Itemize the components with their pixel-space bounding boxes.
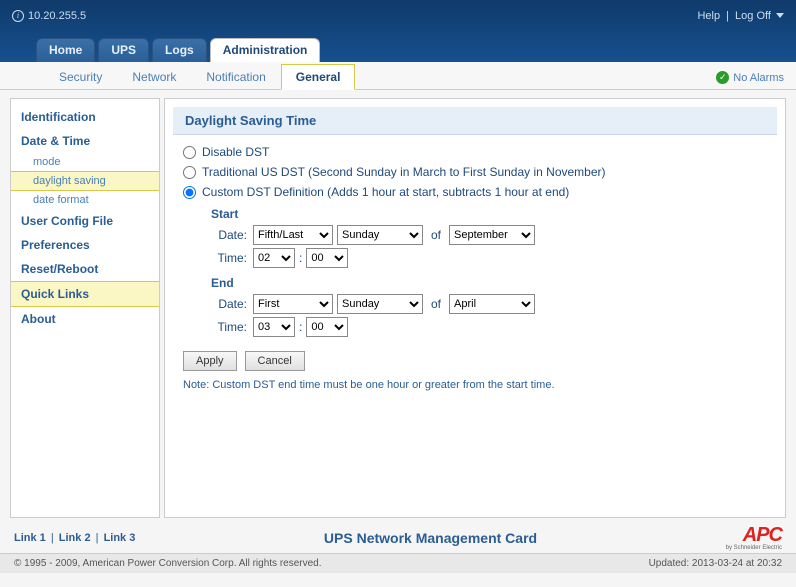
subtab-network[interactable]: Network bbox=[117, 64, 191, 89]
product-name: UPS Network Management Card bbox=[324, 530, 537, 546]
start-day-select[interactable]: Sunday bbox=[337, 225, 423, 245]
colon: : bbox=[299, 251, 302, 265]
end-label: End bbox=[211, 276, 767, 290]
logo-byline: by Schneider Electric bbox=[726, 545, 782, 551]
end-date-label: Date: bbox=[211, 297, 247, 311]
logoff-link[interactable]: Log Off bbox=[735, 10, 771, 22]
radio-traditional-dst[interactable] bbox=[183, 166, 196, 179]
logo-brand: APC bbox=[743, 524, 782, 546]
start-label: Start bbox=[211, 207, 767, 221]
subtab-notification[interactable]: Notification bbox=[191, 64, 280, 89]
tab-home[interactable]: Home bbox=[36, 38, 95, 62]
sidebar-sub-date-format[interactable]: date format bbox=[11, 191, 159, 209]
end-day-select[interactable]: Sunday bbox=[337, 294, 423, 314]
alarm-text: No Alarms bbox=[733, 72, 784, 84]
sidebar-sub-daylight-saving[interactable]: daylight saving bbox=[11, 171, 159, 191]
subtab-general[interactable]: General bbox=[281, 64, 356, 90]
footer-link-1[interactable]: Link 1 bbox=[14, 532, 46, 544]
info-icon: i bbox=[12, 10, 24, 22]
help-link[interactable]: Help bbox=[697, 10, 720, 22]
start-week-select[interactable]: Fifth/Last bbox=[253, 225, 333, 245]
end-of-text: of bbox=[431, 297, 441, 311]
top-links: Help | Log Off bbox=[697, 10, 784, 22]
alarm-status: ✓ No Alarms bbox=[716, 71, 784, 89]
apply-button[interactable]: Apply bbox=[183, 351, 237, 371]
radio-custom-dst[interactable] bbox=[183, 186, 196, 199]
sidebar-item-user-config[interactable]: User Config File bbox=[11, 209, 159, 233]
sidebar-item-reset-reboot[interactable]: Reset/Reboot bbox=[11, 257, 159, 281]
start-time-label: Time: bbox=[211, 251, 247, 265]
start-hour-select[interactable]: 02 bbox=[253, 248, 295, 268]
check-icon: ✓ bbox=[716, 71, 729, 84]
tab-ups[interactable]: UPS bbox=[98, 38, 149, 62]
sidebar-item-quick-links[interactable]: Quick Links bbox=[11, 281, 159, 307]
sidebar-sub-mode[interactable]: mode bbox=[11, 153, 159, 171]
ip-address: 10.20.255.5 bbox=[28, 10, 86, 22]
end-month-select[interactable]: April bbox=[449, 294, 535, 314]
separator: | bbox=[726, 10, 729, 22]
footer-link-3[interactable]: Link 3 bbox=[104, 532, 136, 544]
tab-administration[interactable]: Administration bbox=[210, 38, 321, 62]
sidebar-item-identification[interactable]: Identification bbox=[11, 105, 159, 129]
colon: : bbox=[299, 320, 302, 334]
start-date-label: Date: bbox=[211, 228, 247, 242]
footer-links-row: Link 1 | Link 2 | Link 3 UPS Network Man… bbox=[0, 518, 796, 553]
sidebar-item-datetime[interactable]: Date & Time bbox=[11, 129, 159, 153]
sidebar: Identification Date & Time mode daylight… bbox=[10, 98, 160, 518]
footer-link-2[interactable]: Link 2 bbox=[59, 532, 91, 544]
primary-tabs: Home UPS Logs Administration bbox=[36, 38, 320, 62]
radio-disable-dst[interactable] bbox=[183, 146, 196, 159]
radio-disable-label: Disable DST bbox=[202, 145, 269, 159]
end-hour-select[interactable]: 03 bbox=[253, 317, 295, 337]
radio-custom-label: Custom DST Definition (Adds 1 hour at st… bbox=[202, 185, 569, 199]
start-of-text: of bbox=[431, 228, 441, 242]
sidebar-item-preferences[interactable]: Preferences bbox=[11, 233, 159, 257]
ip-display: i 10.20.255.5 bbox=[12, 10, 86, 22]
end-week-select[interactable]: First bbox=[253, 294, 333, 314]
tab-logs[interactable]: Logs bbox=[152, 38, 207, 62]
top-bar: i 10.20.255.5 Help | Log Off Home UPS Lo… bbox=[0, 0, 796, 62]
apc-logo: APC by Schneider Electric bbox=[726, 524, 782, 551]
main-panel: Daylight Saving Time Disable DST Traditi… bbox=[164, 98, 786, 518]
end-time-label: Time: bbox=[211, 320, 247, 334]
sub-tab-bar: Security Network Notification General ✓ … bbox=[0, 62, 796, 90]
page-title: Daylight Saving Time bbox=[173, 107, 777, 135]
copyright-text: © 1995 - 2009, American Power Conversion… bbox=[14, 558, 322, 569]
radio-traditional-label: Traditional US DST (Second Sunday in Mar… bbox=[202, 165, 606, 179]
start-minute-select[interactable]: 00 bbox=[306, 248, 348, 268]
cancel-button[interactable]: Cancel bbox=[245, 351, 305, 371]
start-month-select[interactable]: September bbox=[449, 225, 535, 245]
updated-text: Updated: 2013-03-24 at 20:32 bbox=[649, 558, 782, 569]
end-minute-select[interactable]: 00 bbox=[306, 317, 348, 337]
subtab-security[interactable]: Security bbox=[44, 64, 117, 89]
note-text: Note: Custom DST end time must be one ho… bbox=[183, 379, 767, 391]
sidebar-item-about[interactable]: About bbox=[11, 307, 159, 331]
footer-bar: © 1995 - 2009, American Power Conversion… bbox=[0, 553, 796, 573]
dropdown-icon[interactable] bbox=[776, 13, 784, 18]
